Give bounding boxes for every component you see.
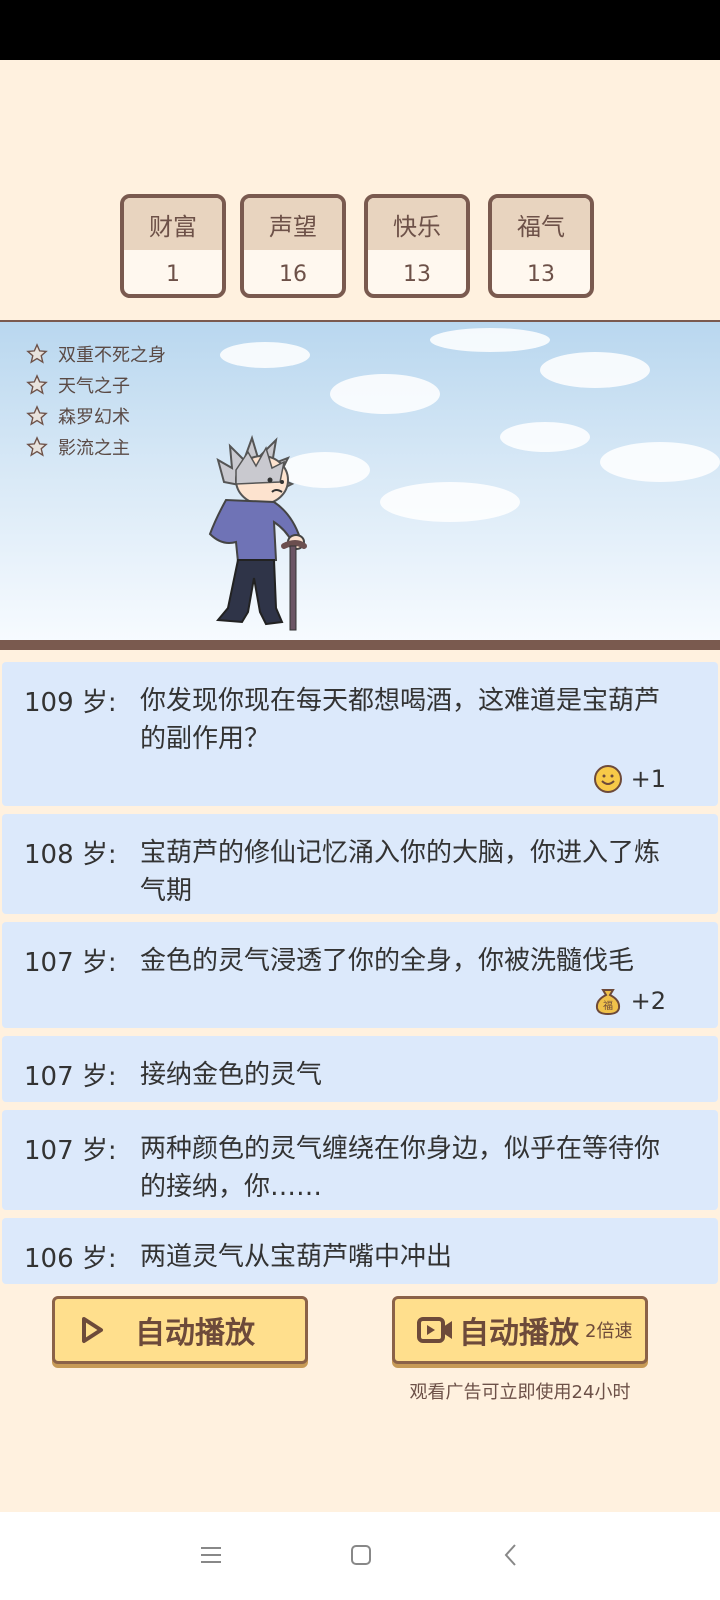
auto-play-ad-button[interactable]: 自动播放 2倍速 [392, 1296, 648, 1364]
trait-item: 双重不死之身 [26, 338, 166, 369]
navigation-bar [0, 1512, 720, 1600]
log-entry: 107 岁: 金色的灵气浸透了你的全身，你被洗髓伐毛 福 +2 [2, 922, 718, 1028]
stat-happiness: 快乐 13 [364, 194, 470, 298]
log-age: 107 岁: [24, 1062, 117, 1092]
star-icon [26, 342, 48, 364]
stat-wealth: 财富 1 [120, 194, 226, 298]
log-entry: 106 岁: 两道灵气从宝葫芦嘴中冲出 [2, 1218, 718, 1284]
stat-reputation: 声望 16 [240, 194, 346, 298]
money-bag-icon: 福 [595, 989, 620, 1016]
reward-value: +2 [630, 987, 666, 1015]
smiley-icon [593, 765, 622, 793]
log-text: 宝葫芦的修仙记忆涌入你的大脑，你进入了炼气期 [140, 838, 661, 906]
log-age: 108 岁: [24, 840, 117, 870]
status-bar [0, 0, 720, 60]
stats-panel: 财富 1 声望 16 快乐 13 福气 13 [0, 194, 720, 302]
trait-label: 双重不死之身 [58, 344, 166, 366]
trait-list: 双重不死之身 天气之子 森罗幻术 影流之主 [26, 338, 166, 462]
log-text: 接纳金色的灵气 [140, 1060, 323, 1090]
back-icon[interactable] [498, 1542, 524, 1568]
log-entry: 107 岁: 接纳金色的灵气 [2, 1036, 718, 1102]
play-icon [82, 1317, 103, 1343]
trait-label: 森罗幻术 [58, 406, 130, 428]
auto-play-button[interactable]: 自动播放 [52, 1296, 308, 1364]
stat-label: 快乐 [368, 198, 466, 250]
cloud [430, 328, 550, 352]
log-entry: 107 岁: 两种颜色的灵气缠绕在你身边，似乎在等待你的接纳，你…… [2, 1110, 718, 1210]
stat-value: 13 [527, 261, 555, 287]
log-reward: 福 +2 [593, 986, 666, 1016]
cloud [500, 422, 590, 452]
trait-item: 影流之主 [26, 431, 166, 462]
stat-value: 1 [166, 261, 180, 287]
log-age: 107 岁: [24, 948, 117, 978]
speed-label: 2倍速 [585, 1321, 633, 1342]
cloud [330, 374, 440, 414]
stat-label: 声望 [244, 198, 342, 250]
star-icon [26, 435, 48, 457]
log-text: 你发现你现在每天都想喝酒，这难道是宝葫芦的副作用？ [140, 686, 661, 754]
stat-label: 财富 [124, 198, 222, 250]
stat-value: 13 [403, 261, 431, 287]
trait-item: 天气之子 [26, 369, 166, 400]
stat-fortune: 福气 13 [488, 194, 594, 298]
log-entry: 108 岁: 宝葫芦的修仙记忆涌入你的大脑，你进入了炼气期 [2, 814, 718, 914]
auto-play-ad-label: 自动播放 [459, 1316, 579, 1351]
log-age: 106 岁: [24, 1244, 117, 1274]
auto-play-label: 自动播放 [135, 1316, 255, 1351]
star-icon [26, 404, 48, 426]
home-icon[interactable] [348, 1542, 374, 1568]
trait-label: 天气之子 [58, 375, 130, 397]
stat-label: 福气 [492, 198, 590, 250]
log-age: 109 岁: [24, 688, 117, 718]
ad-note: 观看广告可立即使用24小时 [409, 1382, 631, 1403]
video-ad-icon [417, 1317, 452, 1343]
cloud [540, 352, 650, 388]
reward-value: +1 [630, 765, 666, 793]
bag-char: 福 [603, 999, 613, 1012]
log-age: 107 岁: [24, 1136, 117, 1166]
old-man-character [208, 434, 307, 631]
cloud [600, 442, 720, 482]
log-text: 两种颜色的灵气缠绕在你身边，似乎在等待你的接纳，你…… [140, 1134, 661, 1202]
trait-item: 森罗幻术 [26, 400, 166, 431]
menu-icon[interactable] [198, 1542, 224, 1568]
trait-label: 影流之主 [58, 437, 130, 459]
game-scene: 双重不死之身 天气之子 森罗幻术 影流之主 [0, 322, 720, 642]
star-icon [26, 373, 48, 395]
log-entry: 109 岁: 你发现你现在每天都想喝酒，这难道是宝葫芦的副作用？ +1 [2, 662, 718, 806]
log-text: 金色的灵气浸透了你的全身，你被洗髓伐毛 [140, 946, 635, 976]
scene-border-bottom [0, 640, 720, 650]
cloud [380, 482, 520, 522]
cloud [220, 342, 310, 368]
log-text: 两道灵气从宝葫芦嘴中冲出 [140, 1242, 453, 1272]
stat-value: 16 [279, 261, 307, 287]
log-reward: +1 [593, 764, 666, 794]
